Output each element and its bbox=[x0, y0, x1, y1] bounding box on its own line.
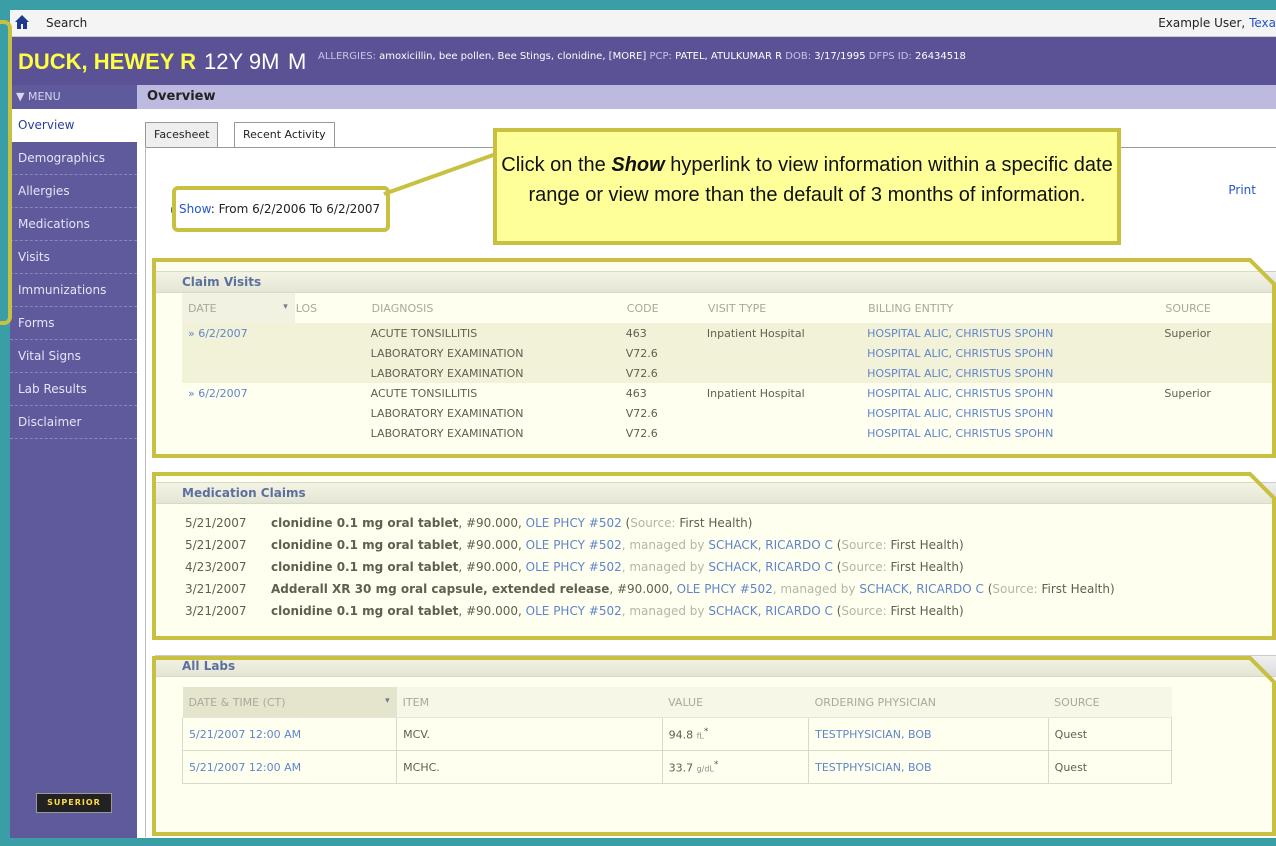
callout-emphasis: Show bbox=[611, 154, 665, 176]
dfps-label: DFPS ID: bbox=[868, 51, 912, 62]
sidebar-item-immunizations[interactable]: Immunizations bbox=[10, 274, 137, 307]
sidebar-item-visits[interactable]: Visits bbox=[10, 241, 137, 274]
sidebar-item-medications[interactable]: Medications bbox=[10, 208, 137, 241]
menu-toggle[interactable]: ▼ MENU bbox=[10, 85, 137, 109]
callout-text-pre: Click on the bbox=[501, 154, 612, 176]
tab-facesheet[interactable]: Facesheet bbox=[145, 122, 219, 148]
section-highlights bbox=[152, 258, 1276, 836]
home-icon[interactable] bbox=[14, 14, 30, 30]
superior-logo: SUPERIOR bbox=[36, 793, 112, 813]
sidebar-item-demographics[interactable]: Demographics bbox=[10, 142, 137, 175]
patient-info: ALLERGIES: amoxicillin, bee pollen, Bee … bbox=[318, 51, 966, 62]
sidebar-item-overview[interactable]: Overview bbox=[10, 109, 137, 142]
patient-age: 12Y 9M bbox=[204, 49, 280, 74]
user-info: Example User, Texa bbox=[1158, 16, 1276, 30]
top-bar: Search Example User, Texa bbox=[10, 10, 1276, 37]
claims-highlight bbox=[152, 258, 1276, 458]
sidebar-item-lab-results[interactable]: Lab Results bbox=[10, 373, 137, 406]
print-link[interactable]: Print bbox=[1228, 183, 1256, 197]
user-label: Example User, bbox=[1158, 16, 1246, 30]
tab-recent-activity[interactable]: Recent Activity bbox=[234, 122, 335, 148]
sidebar: ▼ MENU Overview Demographics Allergies Medi… bbox=[10, 85, 137, 838]
sidebar-item-forms[interactable]: Forms bbox=[10, 307, 137, 340]
callout-pointer bbox=[383, 152, 497, 196]
labs-highlight bbox=[152, 656, 1276, 836]
search-link[interactable]: Search bbox=[46, 16, 87, 30]
pcp-label: PCP: bbox=[649, 51, 672, 62]
meds-highlight bbox=[152, 472, 1276, 640]
pcp-value: PATEL, ATULKUMAR R bbox=[675, 51, 783, 62]
sidebar-item-vital-signs[interactable]: Vital Signs bbox=[10, 340, 137, 373]
allergies-label: ALLERGIES: bbox=[318, 51, 376, 62]
dfps-value: 26434518 bbox=[914, 51, 966, 62]
patient-banner: DUCK, HEWEY R 12Y 9M M ALLERGIES: amoxic… bbox=[10, 37, 1276, 85]
dob-label: DOB: bbox=[785, 51, 812, 62]
sidebar-item-allergies[interactable]: Allergies bbox=[10, 175, 137, 208]
patient-name: DUCK, HEWEY R bbox=[18, 49, 197, 74]
user-org-link[interactable]: Texa bbox=[1249, 16, 1276, 30]
show-link-highlight bbox=[172, 186, 390, 232]
allergies-value[interactable]: amoxicillin, bee pollen, Bee Stings, clo… bbox=[379, 51, 646, 62]
tutorial-callout: Click on the Show hyperlink to view info… bbox=[493, 128, 1121, 245]
patient-sex: M bbox=[288, 49, 307, 74]
page-title: Overview bbox=[137, 85, 1276, 109]
dob-value: 3/17/1995 bbox=[814, 51, 866, 62]
sidebar-highlight bbox=[0, 20, 12, 325]
sidebar-item-disclaimer[interactable]: Disclaimer bbox=[10, 406, 137, 439]
content-rule bbox=[145, 147, 146, 837]
